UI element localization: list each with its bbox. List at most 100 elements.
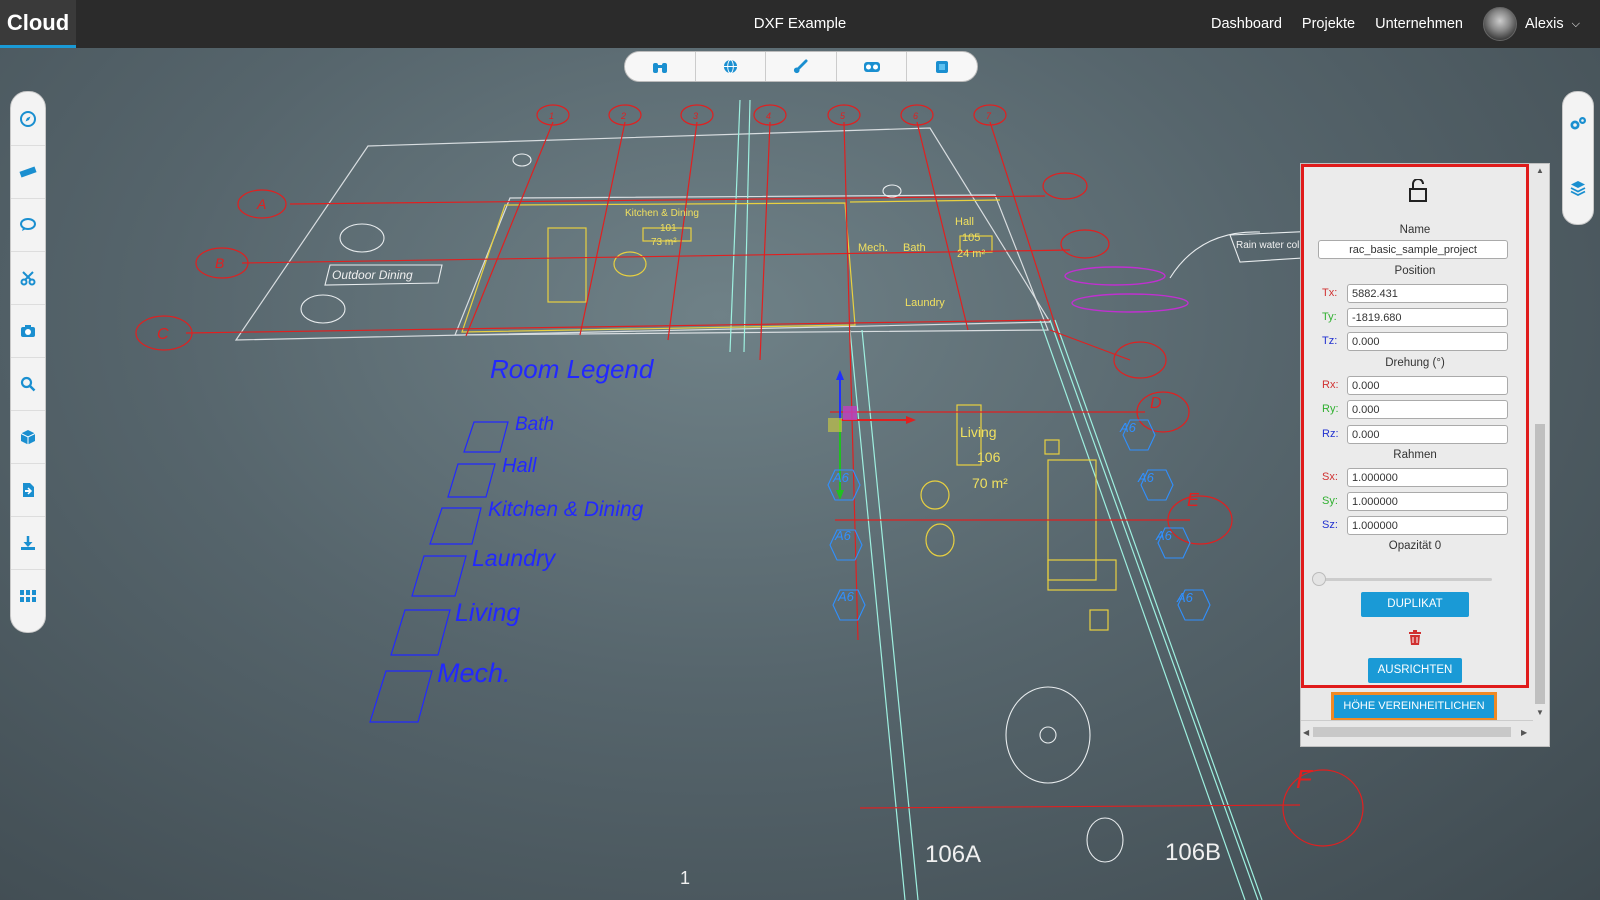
sx-label: Sx: bbox=[1322, 471, 1338, 483]
horizontal-scrollbar-thumb[interactable] bbox=[1313, 727, 1511, 737]
sz-field[interactable]: 1.000000 bbox=[1347, 516, 1508, 535]
legend-item-bath: Bath bbox=[515, 414, 554, 435]
unlock-icon[interactable] bbox=[1407, 178, 1429, 206]
scroll-up-icon[interactable]: ▲ bbox=[1536, 166, 1544, 175]
globe-icon[interactable] bbox=[696, 52, 767, 81]
rx-field[interactable]: 0.000 bbox=[1347, 376, 1508, 395]
properties-panel: Name rac_basic_sample_project Position T… bbox=[1300, 163, 1550, 747]
legend-item-kitchen: Kitchen & Dining bbox=[488, 498, 644, 521]
left-toolbar bbox=[10, 91, 46, 633]
grid-number-1: 1 bbox=[549, 111, 554, 121]
grid-letter-e: E bbox=[1187, 490, 1200, 510]
grid-letter-b: B bbox=[215, 255, 224, 271]
compass-icon[interactable] bbox=[11, 92, 45, 146]
room-living-area: 70 m² bbox=[972, 475, 1008, 491]
tag-a6-3: A6 bbox=[1155, 528, 1173, 543]
grid-letter-f: F bbox=[1296, 764, 1314, 794]
legend-title: Room Legend bbox=[490, 354, 655, 384]
settings-icon[interactable] bbox=[1563, 92, 1593, 156]
rx-label: Rx: bbox=[1322, 379, 1339, 391]
room-106a-label: 106A bbox=[925, 841, 981, 868]
top-bar: Cloud DXF Example Dashboard Projekte Unt… bbox=[0, 0, 1600, 48]
user-name: Alexis bbox=[1524, 16, 1564, 32]
legend-item-hall: Hall bbox=[502, 455, 537, 477]
grid-number-2: 2 bbox=[620, 111, 626, 121]
sz-label: Sz: bbox=[1322, 519, 1338, 531]
scroll-down-icon[interactable]: ▼ bbox=[1536, 708, 1544, 717]
right-toolbar bbox=[1562, 91, 1594, 225]
grid-letter-c: C bbox=[157, 326, 169, 343]
legend-item-living: Living bbox=[455, 599, 520, 627]
align-button[interactable]: AUSRICHTEN bbox=[1368, 658, 1462, 683]
brush-icon[interactable] bbox=[766, 52, 837, 81]
room-mech-label: Mech. bbox=[858, 242, 888, 254]
tag-a6-7: A6 bbox=[832, 470, 850, 485]
chevron-down-icon: ⌵ bbox=[1571, 17, 1580, 30]
comment-icon[interactable] bbox=[11, 198, 45, 252]
avatar bbox=[1482, 7, 1517, 41]
tag-a6-4: A6 bbox=[1176, 590, 1194, 605]
nav-unternehmen[interactable]: Unternehmen bbox=[1375, 16, 1463, 32]
ruler-icon[interactable] bbox=[11, 145, 45, 199]
trash-icon[interactable] bbox=[1408, 630, 1422, 649]
file-import-icon[interactable] bbox=[11, 463, 45, 517]
room-kitchen-number: 101 bbox=[660, 223, 677, 234]
room-kitchen-label: Kitchen & Dining bbox=[625, 208, 699, 219]
tx-label: Tx: bbox=[1322, 287, 1338, 299]
scroll-right-icon[interactable]: ▶ bbox=[1521, 728, 1527, 737]
search-icon[interactable] bbox=[11, 357, 45, 411]
room-outdoor-label: Outdoor Dining bbox=[332, 268, 413, 282]
legend-item-laundry: Laundry bbox=[472, 545, 557, 571]
grid-number-6: 6 bbox=[913, 111, 918, 121]
sy-label: Sy: bbox=[1322, 495, 1338, 507]
download-icon[interactable] bbox=[11, 516, 45, 570]
tag-a6-2: A6 bbox=[1137, 470, 1155, 485]
bottom-marker: 1 bbox=[680, 868, 690, 888]
rotation-label: Drehung (°) bbox=[1385, 357, 1445, 369]
nav-dashboard[interactable]: Dashboard bbox=[1211, 16, 1282, 32]
vr-headset-icon[interactable] bbox=[837, 52, 908, 81]
vertical-scrollbar[interactable]: ▲ ▼ bbox=[1533, 164, 1547, 720]
room-hall-area: 24 m² bbox=[957, 248, 985, 260]
opacity-slider[interactable] bbox=[1318, 578, 1492, 581]
rz-label: Rz: bbox=[1322, 428, 1339, 440]
scissors-icon[interactable] bbox=[11, 251, 45, 305]
grid-number-4: 4 bbox=[766, 111, 771, 121]
tag-a6-6: A6 bbox=[837, 589, 855, 604]
ty-field[interactable]: -1819.680 bbox=[1347, 308, 1508, 327]
camera-icon[interactable] bbox=[11, 304, 45, 358]
scale-label: Rahmen bbox=[1393, 449, 1437, 461]
name-field[interactable]: rac_basic_sample_project bbox=[1318, 240, 1508, 259]
tz-field[interactable]: 0.000 bbox=[1347, 332, 1508, 351]
room-kitchen-area: 73 m² bbox=[651, 237, 677, 248]
room-laundry-label: Laundry bbox=[905, 297, 945, 309]
grid-number-7: 7 bbox=[986, 111, 992, 121]
opacity-slider-handle[interactable] bbox=[1312, 572, 1326, 586]
nav-projekte[interactable]: Projekte bbox=[1302, 16, 1355, 32]
user-menu[interactable]: Alexis ⌵ bbox=[1482, 7, 1580, 41]
horizontal-scrollbar[interactable]: ◀ ▶ bbox=[1301, 720, 1533, 745]
cube-icon[interactable] bbox=[907, 52, 977, 81]
scroll-left-icon[interactable]: ◀ bbox=[1303, 728, 1309, 737]
vertical-scrollbar-thumb[interactable] bbox=[1535, 424, 1545, 704]
opacity-label: Opazität 0 bbox=[1388, 540, 1442, 552]
room-hall-label: Hall bbox=[955, 216, 974, 228]
grid-icon[interactable] bbox=[11, 569, 45, 622]
grid-letter-d: D bbox=[1150, 395, 1162, 412]
name-label: Name bbox=[1399, 224, 1431, 236]
sx-field[interactable]: 1.000000 bbox=[1347, 468, 1508, 487]
grid-number-5: 5 bbox=[840, 111, 846, 121]
duplicate-button[interactable]: DUPLIKAT bbox=[1361, 592, 1469, 617]
tag-a6-1: A6 bbox=[1119, 420, 1137, 435]
rz-field[interactable]: 0.000 bbox=[1347, 425, 1508, 444]
sy-field[interactable]: 1.000000 bbox=[1347, 492, 1508, 511]
box-icon[interactable] bbox=[11, 410, 45, 464]
view-mode-toolbar bbox=[624, 51, 978, 82]
grid-number-3: 3 bbox=[693, 111, 698, 121]
ty-label: Ty: bbox=[1322, 311, 1337, 323]
binoculars-icon[interactable] bbox=[625, 52, 696, 81]
tx-field[interactable]: 5882.431 bbox=[1347, 284, 1508, 303]
ry-field[interactable]: 0.000 bbox=[1347, 400, 1508, 419]
layers-icon[interactable] bbox=[1563, 156, 1593, 220]
unify-height-button[interactable]: HÖHE VEREINHEITLICHEN bbox=[1331, 692, 1497, 721]
